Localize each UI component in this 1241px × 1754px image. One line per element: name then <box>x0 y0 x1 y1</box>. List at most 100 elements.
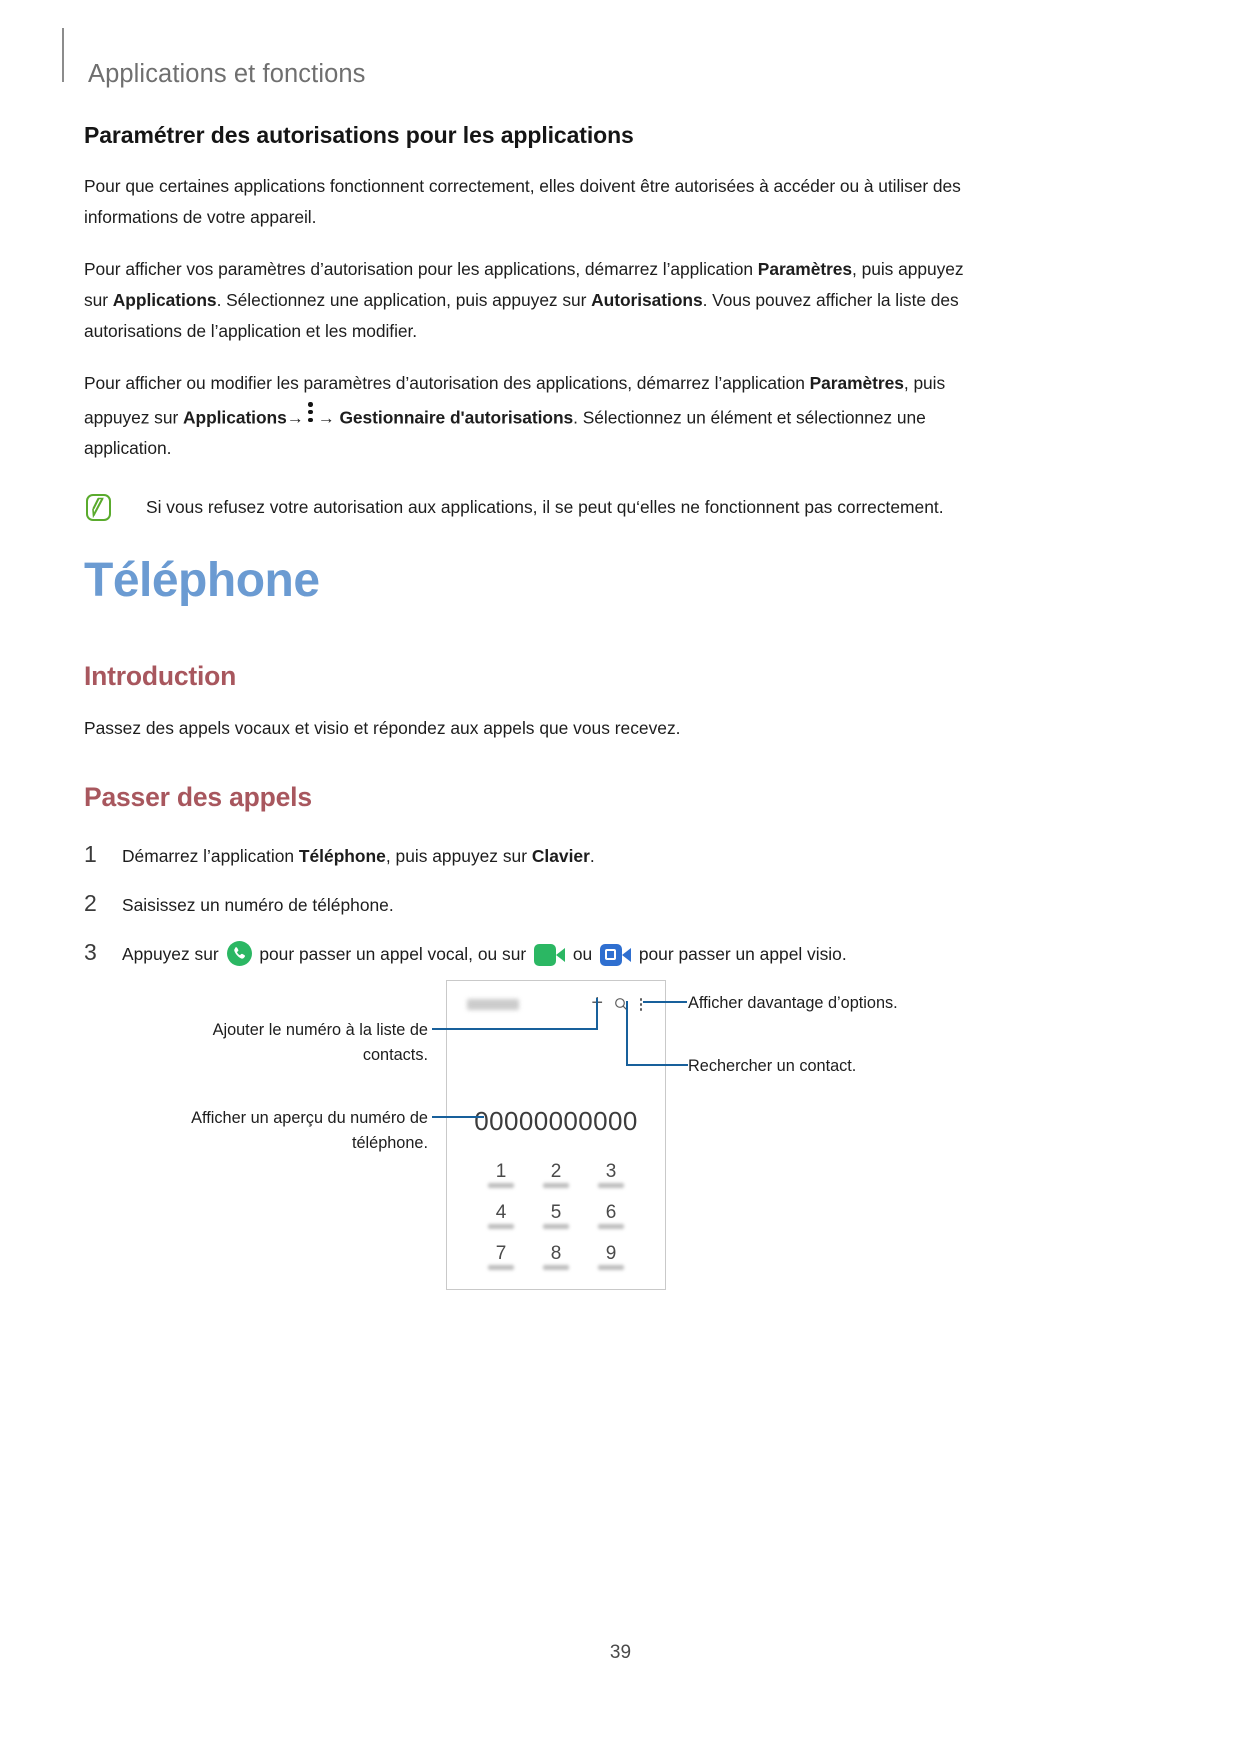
main-content: Paramétrer des autorisations pour les ap… <box>84 122 984 538</box>
text-fragment: pour passer un appel vocal, ou sur <box>254 944 531 964</box>
bold-settings: Paramètres <box>757 259 853 279</box>
leader-line <box>432 1116 484 1119</box>
section-heading: Paramétrer des autorisations pour les ap… <box>84 122 634 148</box>
dialpad-digit: 6 <box>605 1202 617 1223</box>
dialpad-digit: 3 <box>605 1161 617 1182</box>
introduction-paragraph: Passez des appels vocaux et visio et rép… <box>84 718 681 738</box>
callout-line-1: Rechercher un contact. <box>688 1057 857 1075</box>
text-fragment: Pour afficher vos paramètres d’autorisat… <box>84 259 758 279</box>
dialpad-letters-blurred <box>598 1224 624 1229</box>
bold-keypad: Clavier <box>531 846 590 866</box>
page-number: 39 <box>609 1642 632 1663</box>
callout-line-1: Afficher davantage d’options. <box>688 994 898 1012</box>
list-item: 1 Démarrez l’application Téléphone, puis… <box>84 841 1004 871</box>
dialpad-letters-blurred <box>598 1183 624 1188</box>
text-fragment: Pour afficher ou modifier les paramètres… <box>84 373 810 393</box>
dialpad-letters-blurred <box>488 1265 514 1270</box>
more-options-icon <box>304 399 318 425</box>
chapter-title: Téléphone <box>84 554 320 607</box>
bold-settings-2: Paramètres <box>809 373 904 393</box>
text-fragment: , puis appuyez sur <box>385 846 532 866</box>
phone-screenshot-figure: + 00000000000 1 2 3 <box>0 975 1241 1315</box>
app-title-blurred <box>467 999 519 1010</box>
bold-applications: Applications <box>112 290 217 310</box>
dialpad-key-1[interactable]: 1 <box>475 1161 527 1188</box>
text-fragment: . Sélectionnez une application, puis app… <box>216 290 592 310</box>
bold-applications-2: Applications <box>182 407 287 428</box>
leader-line <box>432 1028 598 1031</box>
dialed-number-display: 00000000000 <box>474 1106 638 1136</box>
leader-line <box>626 1064 688 1067</box>
dialpad-row: 1 2 3 <box>475 1161 637 1188</box>
bold-authorizations: Autorisations <box>591 290 703 310</box>
callout-line-2: contacts. <box>362 1046 428 1064</box>
dialpad: 1 2 3 4 5 6 7 8 9 <box>475 1161 637 1284</box>
dialpad-letters-blurred <box>488 1224 514 1229</box>
leader-line <box>643 1001 687 1004</box>
paragraph-modify-permissions: Pour afficher ou modifier les paramètres… <box>84 368 984 464</box>
leader-line <box>626 1001 629 1065</box>
dialpad-key-5[interactable]: 5 <box>530 1202 582 1229</box>
numbered-steps-list: 1 Démarrez l’application Téléphone, puis… <box>84 841 1004 988</box>
phone-mockup: + 00000000000 1 2 3 <box>446 980 666 1290</box>
callout-add-contact: Ajouter le numéro à la liste de contacts… <box>180 1018 428 1068</box>
paragraph-text: Pour que certaines applications fonction… <box>84 176 961 227</box>
passer-des-appels-heading: Passer des appels <box>84 782 312 812</box>
paragraph-view-permissions: Pour afficher vos paramètres d’autorisat… <box>84 254 984 347</box>
dialpad-digit: 9 <box>605 1243 617 1264</box>
leader-line <box>596 998 599 1030</box>
dialpad-key-3[interactable]: 3 <box>585 1161 637 1188</box>
dialpad-row: 4 5 6 <box>475 1202 637 1229</box>
paragraph-intro-permissions: Pour que certaines applications fonction… <box>84 171 984 233</box>
dialpad-digit: 5 <box>550 1202 562 1223</box>
dialpad-digit: 8 <box>550 1243 562 1264</box>
step-number: 3 <box>84 939 97 965</box>
dialpad-digit: 2 <box>550 1161 562 1182</box>
dialpad-key-2[interactable]: 2 <box>530 1161 582 1188</box>
dialpad-letters-blurred <box>543 1265 569 1270</box>
dialpad-key-9[interactable]: 9 <box>585 1243 637 1270</box>
dialpad-letters-blurred <box>543 1224 569 1229</box>
callout-preview-number: Afficher un aperçu du numéro de téléphon… <box>150 1106 428 1156</box>
phone-call-icon <box>226 941 252 966</box>
dialpad-letters-blurred <box>488 1183 514 1188</box>
text-fragment: Appuyez sur <box>122 944 224 964</box>
text-fragment: Saisissez un numéro de téléphone. <box>122 895 394 915</box>
callout-search-contact: Rechercher un contact. <box>688 1054 988 1079</box>
dialpad-key-6[interactable]: 6 <box>585 1202 637 1229</box>
callout-more-options: Afficher davantage d’options. <box>688 991 988 1016</box>
note-pen-icon <box>86 494 111 522</box>
step-number: 1 <box>84 841 97 867</box>
list-item: 2 Saisissez un numéro de téléphone. <box>84 890 1004 920</box>
more-options-icon[interactable] <box>635 996 647 1013</box>
text-fragment: . <box>589 846 595 866</box>
header-divider-rule <box>62 28 64 82</box>
text-fragment: ou <box>567 944 597 964</box>
dialpad-letters-blurred <box>543 1183 569 1188</box>
list-item: 3 Appuyez sur pour passer un appel vocal… <box>84 939 1004 969</box>
dialpad-digit: 4 <box>495 1202 507 1223</box>
note-callout: Si vous refusez votre autorisation aux a… <box>84 492 984 538</box>
step-number: 2 <box>84 890 97 916</box>
dialpad-key-8[interactable]: 8 <box>530 1243 582 1270</box>
dialpad-digit: 1 <box>495 1161 507 1182</box>
bold-permission-manager: Gestionnaire d'autorisations <box>339 407 574 428</box>
introduction-heading: Introduction <box>84 661 237 691</box>
dialpad-key-4[interactable]: 4 <box>475 1202 527 1229</box>
callout-line-2: téléphone. <box>351 1134 428 1152</box>
callout-line-1: Afficher un aperçu du numéro de <box>191 1109 428 1127</box>
text-fragment: pour passer un appel visio. <box>634 944 847 964</box>
page-header-title: Applications et fonctions <box>88 60 366 88</box>
dialpad-key-7[interactable]: 7 <box>475 1243 527 1270</box>
video-camera-icon <box>533 944 565 966</box>
dialpad-digit: 7 <box>495 1243 507 1264</box>
arrow-right-icon-2: → <box>317 408 335 428</box>
page-header: Applications et fonctions <box>0 28 1241 88</box>
dialpad-letters-blurred <box>598 1265 624 1270</box>
text-fragment: Démarrez l’application <box>122 846 299 866</box>
callout-line-1: Ajouter le numéro à la liste de <box>212 1021 428 1039</box>
dialpad-row: 7 8 9 <box>475 1243 637 1270</box>
video-camera-alt-icon <box>600 944 631 966</box>
arrow-right-icon: → <box>286 408 304 428</box>
note-text: Si vous refusez votre autorisation aux a… <box>146 497 944 518</box>
